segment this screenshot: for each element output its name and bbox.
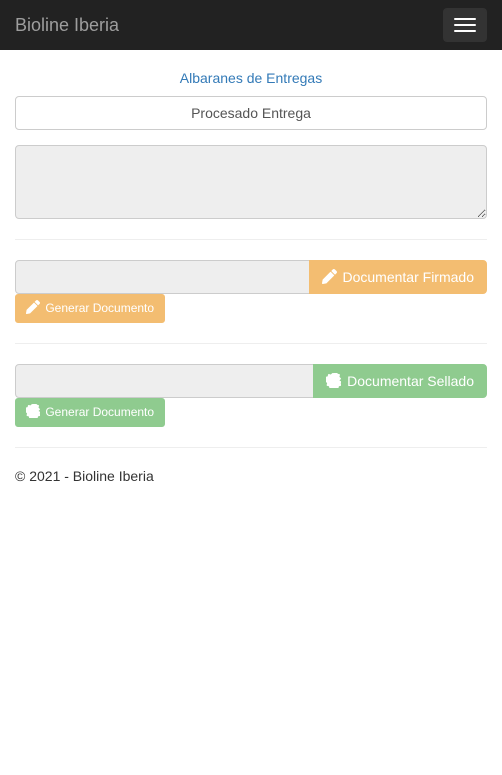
brand-link[interactable]: Bioline Iberia	[15, 0, 119, 50]
sellado-file-input[interactable]	[15, 364, 314, 398]
procesado-entrega-input[interactable]	[15, 96, 487, 130]
certificate-icon	[26, 404, 40, 418]
divider	[15, 343, 487, 344]
generar-documento-firmado-button[interactable]: Generar Documento	[15, 294, 165, 323]
pencil-icon	[26, 300, 40, 314]
documentar-firmado-label: Documentar Firmado	[343, 269, 475, 285]
generar-documento-sellado-label: Generar Documento	[45, 405, 154, 419]
documentar-sellado-label: Documentar Sellado	[347, 373, 474, 389]
generar-documento-sellado-button[interactable]: Generar Documento	[15, 398, 165, 427]
navbar-toggle-button[interactable]	[443, 8, 487, 42]
pencil-icon	[322, 269, 337, 284]
page-title: Albaranes de Entregas	[15, 70, 487, 86]
certificate-icon	[326, 373, 341, 388]
hamburger-icon	[454, 18, 476, 20]
footer: © 2021 - Bioline Iberia	[15, 468, 487, 484]
hamburger-icon	[454, 30, 476, 32]
divider	[15, 239, 487, 240]
documentar-firmado-button[interactable]: Documentar Firmado	[309, 260, 487, 294]
generar-documento-firmado-label: Generar Documento	[45, 301, 154, 315]
hamburger-icon	[454, 24, 476, 26]
notes-textarea[interactable]	[15, 145, 487, 219]
page-title-link[interactable]: Albaranes de Entregas	[180, 70, 322, 86]
navbar: Bioline Iberia	[0, 0, 502, 50]
divider	[15, 447, 487, 448]
footer-text: © 2021 - Bioline Iberia	[15, 468, 487, 484]
documentar-sellado-button[interactable]: Documentar Sellado	[313, 364, 487, 398]
firmado-file-input[interactable]	[15, 260, 310, 294]
